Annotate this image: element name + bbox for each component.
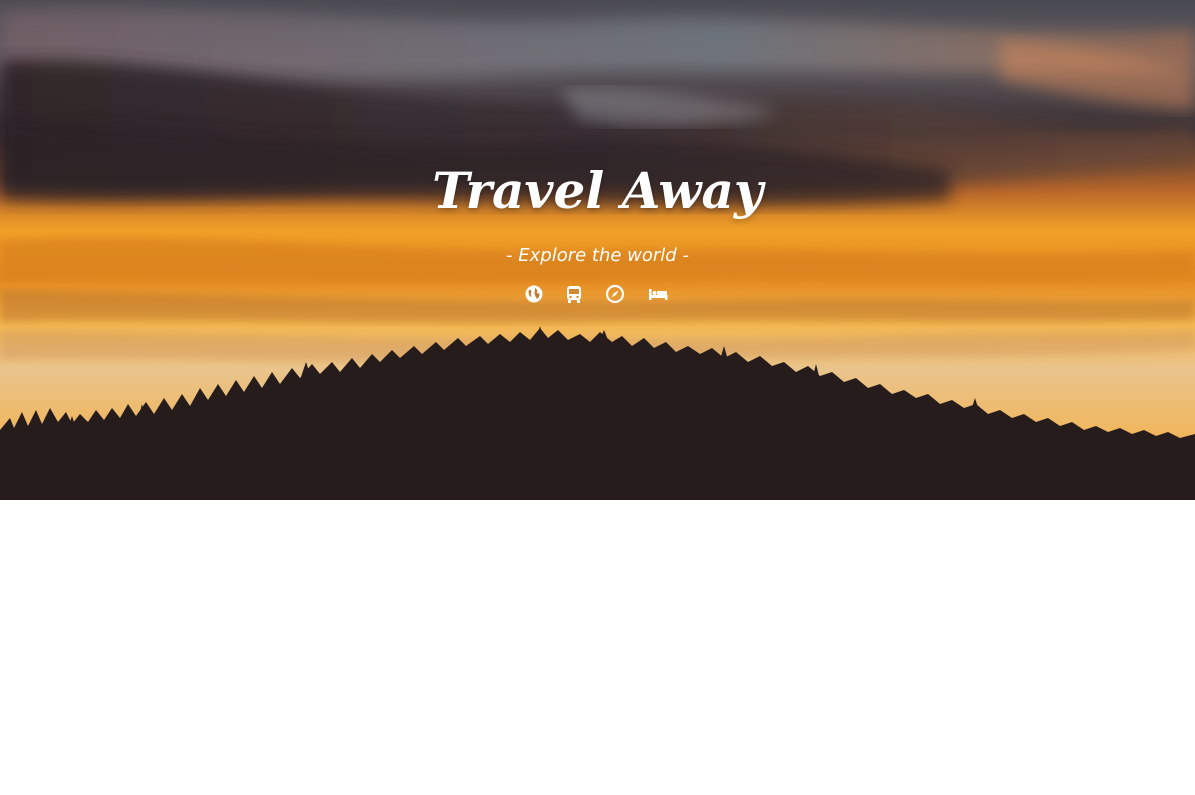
page-body (0, 500, 1195, 795)
bed-icon (647, 283, 669, 305)
bus-icon (563, 283, 585, 305)
hero-content: Travel Away - Explore the world - (0, 0, 1195, 500)
hero-banner: Travel Away - Explore the world - (0, 0, 1195, 500)
site-tagline: - Explore the world - (506, 245, 689, 266)
compass-icon (604, 283, 626, 305)
hero-icon-row (0, 283, 1195, 305)
site-title: Travel Away (432, 161, 763, 220)
globe-icon (523, 283, 545, 305)
